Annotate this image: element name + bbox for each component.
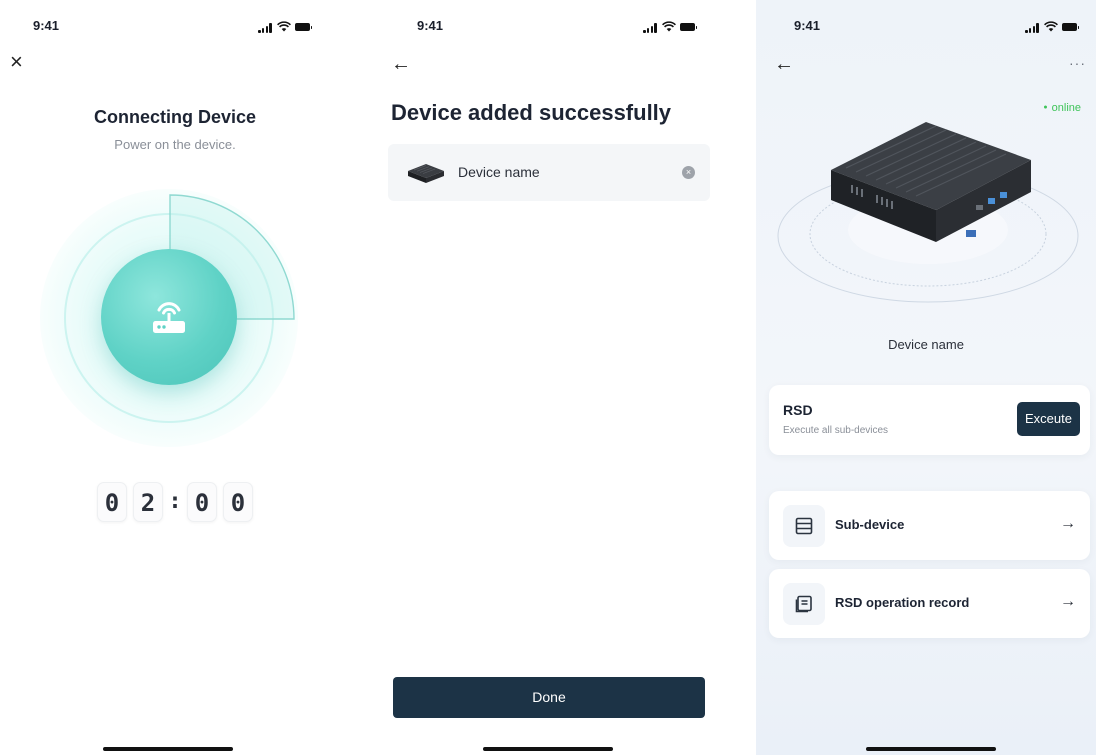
device-name-label: Device name [888,337,964,352]
timer-separator: : [168,489,182,514]
mini-pc-thumbnail-icon [408,164,444,183]
wifi-icon [662,21,676,32]
done-button[interactable]: Done [393,677,705,718]
battery-icon [1062,23,1079,31]
router-icon-circle [101,249,237,385]
record-list-icon [783,583,825,625]
device-list-item[interactable]: Device name × [388,144,710,201]
page-title: Device added successfully [391,100,672,125]
execute-button[interactable]: Exceute [1017,402,1080,436]
status-icons [643,21,697,33]
menu-item-label: RSD operation record [835,595,970,610]
server-rack-icon [783,505,825,547]
status-time: 9:41 [794,18,821,33]
battery-icon [295,23,312,31]
device-detail-screen: 9:41 ← ··· online Device name RSD Execu [756,0,1096,755]
status-bar: 9:41 [373,18,723,36]
signal-icon [1025,23,1039,33]
status-icons [258,21,312,33]
page-title: Connecting Device [93,107,257,127]
more-options-icon[interactable]: ··· [1069,55,1086,71]
battery-icon [680,23,697,31]
timer-digit: 0 [187,482,217,522]
status-bar: 9:41 [0,18,365,36]
arrow-right-icon: → [1060,593,1076,610]
page-subtitle: Power on the device. [114,137,236,152]
menu-item-label: Sub-device [835,517,905,532]
arrow-right-icon: → [1060,515,1076,532]
menu-item-rsd-operation-record[interactable]: RSD operation record → [769,569,1090,638]
home-indicator [103,747,233,751]
connection-progress-ring [40,189,300,449]
close-icon[interactable]: × [10,51,30,73]
wifi-icon [277,21,291,32]
back-arrow-icon[interactable]: ← [774,54,794,74]
timer-digit: 2 [133,482,163,522]
device-added-screen: 9:41 ← Device added successfully Device … [373,0,723,755]
wifi-icon [1044,21,1058,32]
status-bar: 9:41 [756,18,1096,36]
status-time: 9:41 [33,18,60,33]
timer-digit: 0 [223,482,253,522]
menu-item-sub-device[interactable]: Sub-device → [769,491,1090,560]
home-indicator [866,747,996,751]
signal-icon [258,23,272,33]
connecting-device-screen: 9:41 × Connecting Device Power on the de… [0,0,365,755]
signal-icon [643,23,657,33]
timer-digit: 0 [97,482,127,522]
rsd-card: RSD Execute all sub-devices Exceute [769,385,1090,455]
status-icons [1025,21,1079,33]
router-icon [153,302,185,333]
rsd-subtitle: Execute all sub-devices [783,425,889,436]
countdown-timer: 02:00 [0,482,350,522]
rsd-title: RSD [783,402,813,418]
device-image [777,122,1079,303]
clear-icon[interactable]: × [682,166,695,179]
back-arrow-icon[interactable]: ← [391,54,411,74]
home-indicator [483,747,613,751]
status-time: 9:41 [417,18,444,33]
device-name-label: Device name [458,164,540,180]
